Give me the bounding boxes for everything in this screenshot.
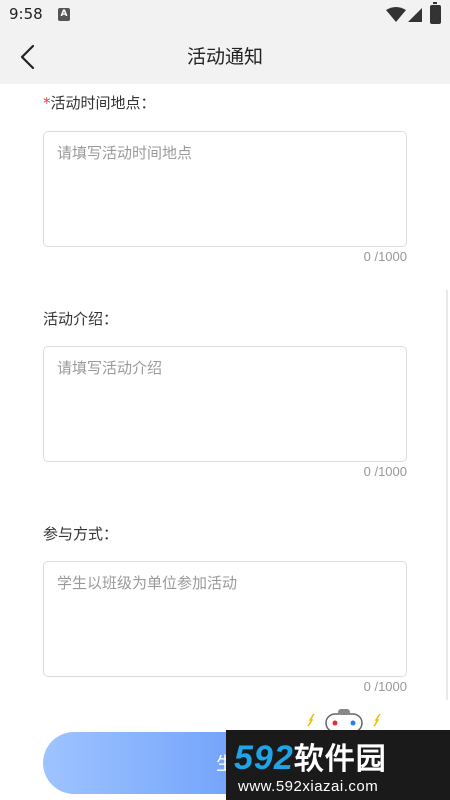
watermark-digits: 592 <box>234 739 294 777</box>
watermark-title: 592软件园 <box>234 734 387 778</box>
watermark-brand: 软件园 <box>293 743 387 776</box>
time-location-input[interactable] <box>43 131 407 247</box>
required-mark: * <box>43 94 51 112</box>
field-label-time-location: *活动时间地点： <box>43 92 156 113</box>
wifi-icon <box>386 7 406 22</box>
app-header: 活动通知 <box>0 30 450 84</box>
back-button[interactable] <box>12 40 46 74</box>
field-label-participation: 参与方式： <box>43 523 118 544</box>
char-counter: 0 /1000 <box>363 679 407 694</box>
status-bar: 9:58 A <box>0 0 450 30</box>
notification-icon: A <box>58 8 70 21</box>
battery-icon <box>430 2 441 24</box>
field-label-text: 参与方式： <box>43 525 119 543</box>
participation-input[interactable] <box>43 561 407 677</box>
scrollbar[interactable] <box>446 290 448 700</box>
field-label-text: 活动介绍： <box>43 310 119 328</box>
char-counter: 0 /1000 <box>363 464 407 479</box>
status-time: 9:58 <box>9 5 43 23</box>
field-label-introduction: 活动介绍： <box>43 308 118 329</box>
chevron-left-icon <box>20 44 35 70</box>
char-counter: 0 /1000 <box>363 249 407 264</box>
page-title: 活动通知 <box>186 46 263 68</box>
watermark-logo: 592软件园 www.592xiazai.com <box>226 730 450 800</box>
introduction-input[interactable] <box>43 346 407 462</box>
signal-icon <box>408 8 422 22</box>
watermark-url: www.592xiazai.com <box>238 778 379 795</box>
field-label-text: 活动时间地点： <box>50 94 156 112</box>
